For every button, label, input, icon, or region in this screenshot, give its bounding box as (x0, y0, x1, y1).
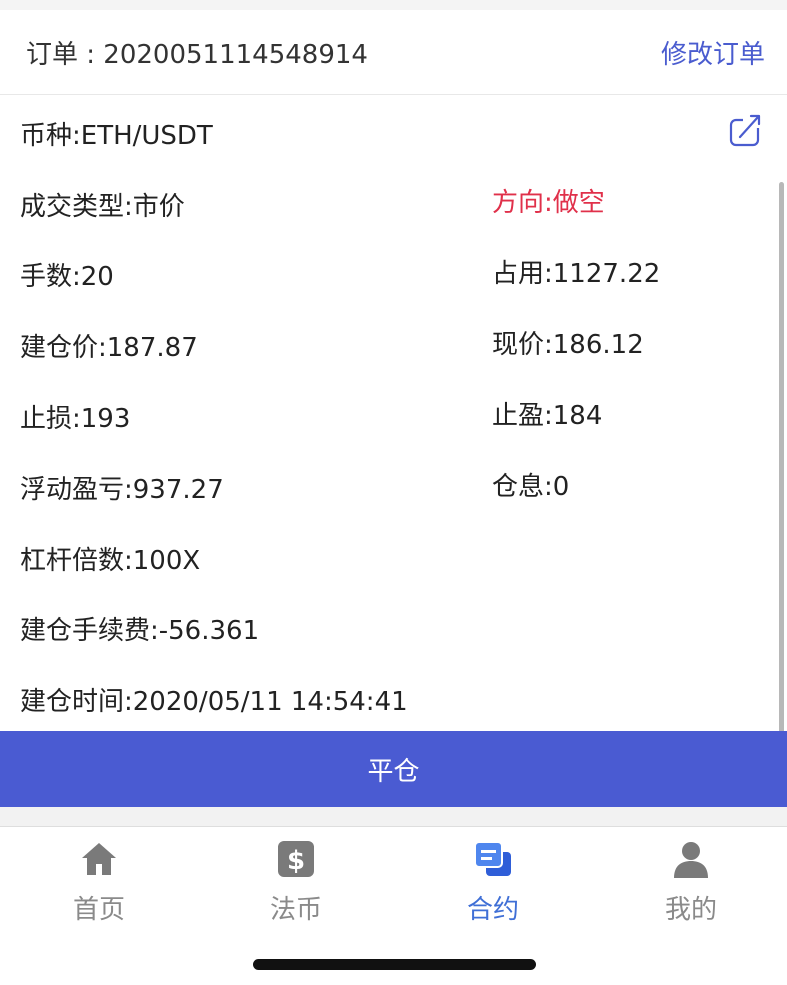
tab-home[interactable]: 首页 (29, 839, 169, 926)
scrollbar[interactable] (779, 182, 784, 822)
stop-loss-field: 止损:193 (20, 404, 131, 434)
close-position-button[interactable]: 平仓 (0, 731, 787, 807)
contract-icon (474, 841, 511, 876)
order-detail-page: 订单 : 2020051114548914 修改订单 币种:ETH/USDT 成… (0, 0, 787, 985)
margin-used-field: 占用:1127.22 (492, 259, 661, 289)
open-price-field: 建仓价:187.87 (20, 333, 198, 363)
tabbar-spacer (0, 807, 787, 826)
take-profit-field: 止盈:184 (492, 401, 603, 431)
dollar-icon: $ (278, 841, 314, 877)
home-indicator (253, 959, 536, 970)
floating-pnl-field: 浮动盈亏:937.27 (20, 475, 224, 505)
open-time-field: 建仓时间:2020/05/11 14:54:41 (20, 687, 408, 717)
tab-label-mine: 我的 (664, 895, 717, 925)
tab-label-contract: 合约 (466, 895, 519, 925)
lots-field: 手数:20 (20, 262, 114, 292)
tab-label-home: 首页 (72, 895, 125, 925)
user-icon (674, 842, 708, 878)
current-price-field: 现价:186.12 (492, 330, 644, 360)
order-number: 订单 : 2020051114548914 (26, 40, 368, 70)
order-header: 订单 : 2020051114548914 修改订单 (0, 10, 787, 95)
open-fee-field: 建仓手续费:-56.361 (20, 616, 260, 646)
leverage-field: 杠杆倍数:100X (20, 546, 201, 576)
svg-text:$: $ (287, 846, 305, 876)
swap-field: 仓息:0 (492, 472, 570, 502)
tab-fiat[interactable]: $ 法币 (226, 839, 366, 926)
tab-mine[interactable]: 我的 (621, 839, 761, 926)
trade-type-field: 成交类型:市价 (20, 192, 185, 222)
tab-contract[interactable]: 合约 (423, 839, 563, 926)
direction-field: 方向:做空 (492, 188, 605, 218)
share-icon[interactable] (728, 112, 764, 148)
top-spacer (0, 0, 787, 10)
modify-order-link[interactable]: 修改订单 (661, 34, 765, 71)
tab-label-fiat: 法币 (269, 895, 322, 925)
symbol-field: 币种:ETH/USDT (20, 121, 213, 151)
home-icon (82, 843, 116, 875)
